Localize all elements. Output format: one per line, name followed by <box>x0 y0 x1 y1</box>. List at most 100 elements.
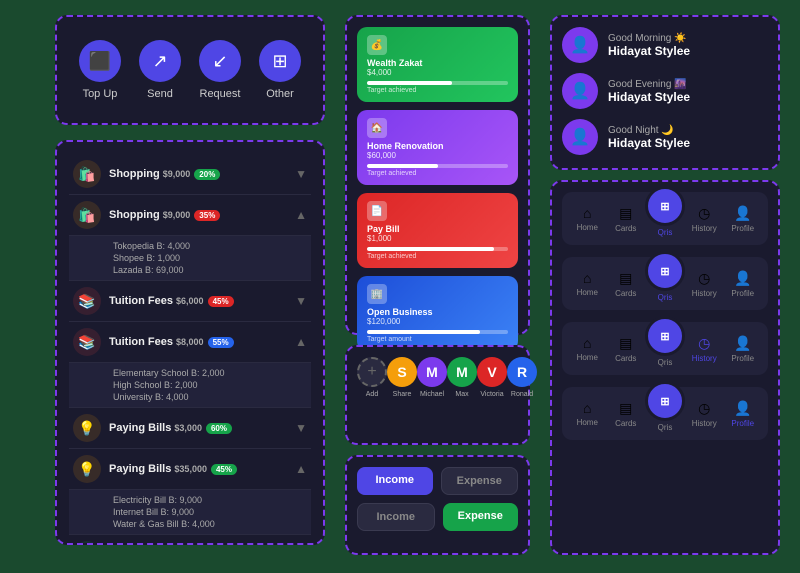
savings-card-home-renovation[interactable]: 🏠 Home Renovation $60,000 Target achieve… <box>357 110 518 185</box>
tuition-subitems: Elementary School B: 2,000 High School B… <box>69 363 311 408</box>
wealth-zakat-progress-fill <box>367 81 452 85</box>
home-renovation-target: Target achieved <box>367 170 508 177</box>
nav-home-4[interactable]: ⌂ Home <box>568 400 607 427</box>
michael-label: Michael <box>420 391 444 398</box>
budget-shopping-collapsed[interactable]: 🛍️ Shopping $9,00020% ▼ <box>69 154 311 195</box>
shopping-subitems: Tokopedia B: 4,000 Shopee B: 1,000 Lazad… <box>69 236 311 281</box>
home-icon3: ⌂ <box>583 335 591 351</box>
send-icon: ↗ <box>139 40 181 82</box>
tuition-icon: 📚 <box>73 287 101 315</box>
bills-icon: 💡 <box>73 414 101 442</box>
qris-label-3: Qris <box>658 358 673 367</box>
tuition-info: Tuition Fees $6,00045% <box>109 295 295 307</box>
share-label: Share <box>393 391 412 398</box>
nav-history-2[interactable]: ◷ History <box>685 270 724 298</box>
nav-cards-3[interactable]: ▤ Cards <box>607 335 646 363</box>
contact-michael[interactable]: M Michael <box>417 357 447 398</box>
income-button-active[interactable]: Income <box>357 467 433 495</box>
qa-other[interactable]: ⊞ Other <box>259 40 301 100</box>
nav-profile-2[interactable]: 👤 Profile <box>724 270 763 298</box>
budget-tuition-collapsed[interactable]: 📚 Tuition Fees $6,00045% ▼ <box>69 281 311 322</box>
profile-icon2: 👤 <box>734 270 751 287</box>
qa-send[interactable]: ↗ Send <box>139 40 181 100</box>
home-icon2: ⌂ <box>583 270 591 286</box>
expense-button-active[interactable]: Expense <box>443 503 519 531</box>
home-renovation-amount: $60,000 <box>367 151 508 160</box>
bills-info2: Paying Bills $35,00045% <box>109 463 295 475</box>
morning-text: Good Morning ☀️ Hidayat Stylee <box>608 33 690 58</box>
list-item: University B: 4,000 <box>113 391 303 403</box>
budget-tuition-expanded-header[interactable]: 📚 Tuition Fees $8,00055% ▲ <box>69 322 311 363</box>
wealth-zakat-progress-bar <box>367 81 508 85</box>
home-renovation-title: Home Renovation <box>367 141 508 151</box>
contact-add[interactable]: + Add <box>357 357 387 398</box>
contact-max[interactable]: M Max <box>447 357 477 398</box>
night-text: Good Night 🌙 Hidayat Stylee <box>608 125 690 150</box>
budget-zakat[interactable]: ☪ Pay Zakat $4,000 ▼ <box>69 535 311 545</box>
add-contact-label: Add <box>366 391 378 398</box>
profile-icon: 👤 <box>734 205 751 222</box>
nav-profile-1[interactable]: 👤 Profile <box>724 205 763 233</box>
bills-info: Paying Bills $3,00060% <box>109 422 295 434</box>
night-time-label: Good Night 🌙 <box>608 125 690 136</box>
income-button-inactive[interactable]: Income <box>357 503 435 531</box>
budget-bills-expanded-header[interactable]: 💡 Paying Bills $35,00045% ▲ <box>69 449 311 490</box>
ronald-avatar: R <box>507 357 537 387</box>
shopping-info: Shopping $9,00020% <box>109 168 295 180</box>
nav-cards-4[interactable]: ▤ Cards <box>607 400 646 428</box>
pay-bill-progress-fill <box>367 247 494 251</box>
profile-label-4: Profile <box>731 419 754 428</box>
contacts-panel: + Add S Share M Michael M Max V Victoria… <box>345 345 530 445</box>
toggle-row-2: Income Expense <box>357 503 518 531</box>
history-label-3: History <box>692 354 717 363</box>
contact-share[interactable]: S Share <box>387 357 417 398</box>
savings-cards-panel: 💰 Wealth Zakat $4,000 Target achieved 🏠 … <box>345 15 530 335</box>
home-renovation-progress-bar <box>367 164 508 168</box>
cards-icon4: ▤ <box>619 400 632 417</box>
nav-qris-4[interactable]: ⊞ Qris <box>645 395 685 432</box>
nav-cards-2[interactable]: ▤ Cards <box>607 270 646 298</box>
greeting-panel: 👤 Good Morning ☀️ Hidayat Stylee 👤 Good … <box>550 15 780 170</box>
home-label-1: Home <box>577 223 598 232</box>
budget-shopping-expanded-header[interactable]: 🛍️ Shopping $9,00035% ▲ <box>69 195 311 236</box>
history-icon: ◷ <box>698 205 710 222</box>
list-item: Tokopedia B: 4,000 <box>113 240 303 252</box>
list-item: Internet Bill B: 9,000 <box>113 506 303 518</box>
savings-card-open-business[interactable]: 🏢 Open Business $120,000 Target amount <box>357 276 518 351</box>
list-item: High School B: 2,000 <box>113 379 303 391</box>
morning-time-label: Good Morning ☀️ <box>608 33 690 44</box>
nav-profile-4[interactable]: 👤 Profile <box>724 400 763 428</box>
nav-history-1[interactable]: ◷ History <box>685 205 724 233</box>
wealth-zakat-amount: $4,000 <box>367 68 508 77</box>
evening-name-label: Hidayat Stylee <box>608 90 690 104</box>
navbar-2: ⌂ Home ▤ Cards ⊞ Qris ◷ History 👤 Profil… <box>562 257 768 310</box>
greeting-night: 👤 Good Night 🌙 Hidayat Stylee <box>562 119 768 155</box>
nav-profile-3[interactable]: 👤 Profile <box>724 335 763 363</box>
nav-home-2[interactable]: ⌂ Home <box>568 270 607 297</box>
request-icon: ↙ <box>199 40 241 82</box>
open-business-progress-bar <box>367 330 508 334</box>
nav-home-3[interactable]: ⌂ Home <box>568 335 607 362</box>
nav-home-1[interactable]: ⌂ Home <box>568 205 607 232</box>
cards-label-1: Cards <box>615 224 636 233</box>
nav-history-4[interactable]: ◷ History <box>685 400 724 428</box>
ronald-label: Ronald <box>511 391 533 398</box>
expense-button-inactive[interactable]: Expense <box>441 467 519 495</box>
nav-cards-1[interactable]: ▤ Cards <box>607 205 646 233</box>
qa-request[interactable]: ↙ Request <box>199 40 241 100</box>
evening-text: Good Evening 🌆 Hidayat Stylee <box>608 79 690 104</box>
navbars-panel: ⌂ Home ▤ Cards ⊞ Qris ◷ History 👤 Profil… <box>550 180 780 555</box>
savings-card-wealth-zakat[interactable]: 💰 Wealth Zakat $4,000 Target achieved <box>357 27 518 102</box>
pay-bill-amount: $1,000 <box>367 234 508 243</box>
contact-victoria[interactable]: V Victoria <box>477 357 507 398</box>
nav-qris-1[interactable]: ⊞ Qris <box>645 200 685 237</box>
cards-icon3: ▤ <box>619 335 632 352</box>
history-icon4: ◷ <box>698 400 710 417</box>
qa-topup[interactable]: ⬛ Top Up <box>79 40 121 100</box>
nav-qris-2[interactable]: ⊞ Qris <box>645 265 685 302</box>
nav-history-3[interactable]: ◷ History <box>685 335 724 363</box>
savings-card-pay-bill[interactable]: 📄 Pay Bill $1,000 Target achieved <box>357 193 518 268</box>
budget-bills-collapsed[interactable]: 💡 Paying Bills $3,00060% ▼ <box>69 408 311 449</box>
nav-qris-3[interactable]: ⊞ Qris <box>645 330 685 367</box>
contact-ronald[interactable]: R Ronald <box>507 357 537 398</box>
